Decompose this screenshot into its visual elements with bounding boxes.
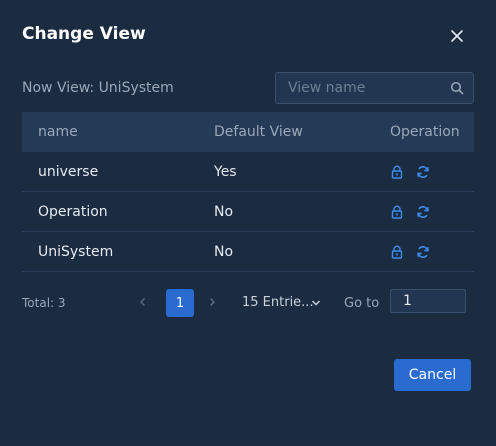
default-view-cell: No [214, 243, 234, 260]
change-view-dialog: Change View Now View: UniSystem name Def… [0, 0, 496, 446]
dialog-title: Change View [22, 24, 146, 44]
column-header-name: name [38, 124, 78, 140]
cancel-button[interactable]: Cancel [394, 359, 471, 391]
table-row: Operation No [22, 192, 474, 232]
page-button-current[interactable]: 1 [166, 289, 194, 317]
column-header-operation: Operation [390, 124, 460, 140]
operation-cell [374, 232, 474, 271]
goto-label: Go to [344, 296, 380, 311]
table-header: name Default View Operation [22, 112, 474, 152]
view-name-cell: universe [38, 163, 99, 180]
refresh-icon[interactable] [416, 205, 430, 219]
operation-cell [374, 192, 474, 231]
chevron-down-icon[interactable] [310, 297, 322, 309]
pagination-bar: Total: 3 1 15 Entrie... Go to [22, 289, 474, 317]
page-size-select[interactable]: 15 Entrie... [242, 295, 314, 310]
default-view-cell: Yes [214, 163, 237, 180]
chevron-right-icon[interactable] [205, 295, 219, 309]
view-name-search-input[interactable] [276, 73, 446, 103]
refresh-icon[interactable] [416, 245, 430, 259]
search-icon[interactable] [450, 81, 464, 95]
close-icon[interactable] [448, 27, 466, 45]
view-name-cell: Operation [38, 203, 108, 220]
refresh-icon[interactable] [416, 165, 430, 179]
lock-icon[interactable] [390, 245, 404, 259]
lock-icon[interactable] [390, 165, 404, 179]
column-header-default-view: Default View [214, 124, 303, 140]
operation-cell [374, 152, 474, 191]
current-view-label: Now View: UniSystem [22, 80, 174, 96]
default-view-cell: No [214, 203, 234, 220]
table-row: UniSystem No [22, 232, 474, 272]
views-table: name Default View Operation universe Yes [22, 112, 474, 272]
table-row: universe Yes [22, 152, 474, 192]
view-name-cell: UniSystem [38, 243, 114, 260]
total-count: Total: 3 [22, 296, 66, 310]
goto-page-input[interactable] [390, 289, 466, 313]
chevron-left-icon[interactable] [136, 295, 150, 309]
lock-icon[interactable] [390, 205, 404, 219]
search-box [275, 72, 474, 104]
